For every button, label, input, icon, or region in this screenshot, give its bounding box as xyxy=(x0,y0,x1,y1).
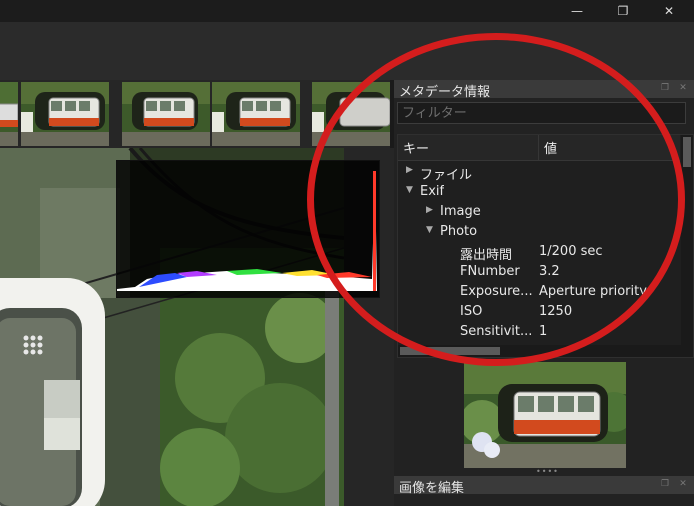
filmstrip-thumbnail[interactable] xyxy=(312,82,390,146)
row-key: Exif xyxy=(420,184,445,199)
metadata-panel: メタデータ情報 ❐ ✕ キー 値 ▶ ファイル ▼ Exif ▶ Image ▼… xyxy=(394,80,694,506)
expand-arrow-icon[interactable]: ▶ xyxy=(406,165,413,175)
metadata-panel-header[interactable]: メタデータ情報 ❐ ✕ xyxy=(394,80,694,100)
close-button[interactable]: ✕ xyxy=(646,0,692,22)
horizontal-scrollbar[interactable] xyxy=(398,345,681,357)
row-value: 3.2 xyxy=(539,264,560,279)
window-title-bar: — ❐ ✕ xyxy=(0,0,694,22)
close-panel-icon[interactable]: ✕ xyxy=(678,479,688,489)
row-value: 1/200 sec xyxy=(539,244,603,259)
minimize-icon: — xyxy=(571,4,583,18)
table-row[interactable]: ▶ ファイル xyxy=(398,163,680,183)
panel-splitter-handle[interactable]: •••• xyxy=(536,468,558,476)
metadata-table[interactable]: キー 値 ▶ ファイル ▼ Exif ▶ Image ▼ Photo 露出時間 … xyxy=(397,134,694,358)
toolbar xyxy=(0,22,694,80)
edit-image-panel-header[interactable]: 画像を編集 ❐ ✕ xyxy=(394,476,694,496)
row-value: 1250 xyxy=(539,304,573,319)
filter-input[interactable] xyxy=(397,102,686,124)
vertical-scrollbar[interactable] xyxy=(681,135,693,357)
filmstrip-thumbnail[interactable] xyxy=(0,82,18,146)
table-row[interactable]: ▶ Image xyxy=(398,203,680,223)
maximize-icon: ❐ xyxy=(617,4,629,18)
edit-image-panel-title: 画像を編集 xyxy=(399,481,465,496)
filmstrip-thumbnail[interactable] xyxy=(212,82,300,146)
histogram xyxy=(116,160,380,298)
filmstrip-thumbnail[interactable] xyxy=(21,82,109,146)
horizontal-scroll-thumb[interactable] xyxy=(400,347,500,355)
vertical-scroll-thumb[interactable] xyxy=(683,137,691,167)
table-row[interactable]: 露出時間 1/200 sec xyxy=(398,243,680,263)
filmstrip[interactable] xyxy=(0,80,390,148)
filmstrip-thumbnail[interactable] xyxy=(122,82,210,146)
table-row[interactable]: FNumber 3.2 xyxy=(398,263,680,283)
column-header-key[interactable]: キー xyxy=(398,135,539,161)
table-row[interactable]: ▼ Photo xyxy=(398,223,680,243)
float-panel-icon[interactable]: ❐ xyxy=(660,479,670,489)
row-value: Aperture priority xyxy=(539,284,647,299)
expand-arrow-icon[interactable]: ▶ xyxy=(426,205,433,215)
row-value: 1 xyxy=(539,324,548,339)
row-key: Sensitivit... xyxy=(460,324,533,339)
row-key: 露出時間 xyxy=(460,248,513,263)
table-row[interactable]: Sensitivit... 1 xyxy=(398,323,680,343)
float-panel-icon[interactable]: ❐ xyxy=(660,83,670,93)
row-key: ファイル xyxy=(420,168,473,183)
collapse-arrow-icon[interactable]: ▼ xyxy=(406,185,413,195)
metadata-panel-title: メタデータ情報 xyxy=(399,85,491,100)
row-key: Exposure... xyxy=(460,284,533,299)
close-panel-icon[interactable]: ✕ xyxy=(678,83,688,93)
row-key: Image xyxy=(440,204,481,219)
column-header-value[interactable]: 値 xyxy=(539,135,680,161)
maximize-button[interactable]: ❐ xyxy=(600,0,646,22)
preview-thumbnail xyxy=(464,362,626,468)
table-row[interactable]: ▼ Exif xyxy=(398,183,680,203)
row-key: Photo xyxy=(440,224,478,239)
table-row[interactable]: Exposure... Aperture priority xyxy=(398,283,680,303)
collapse-arrow-icon[interactable]: ▼ xyxy=(426,225,433,235)
row-key: ISO xyxy=(460,304,483,319)
minimize-button[interactable]: — xyxy=(554,0,600,22)
close-icon: ✕ xyxy=(663,4,675,18)
row-key: FNumber xyxy=(460,264,520,279)
table-row[interactable]: ISO 1250 xyxy=(398,303,680,323)
